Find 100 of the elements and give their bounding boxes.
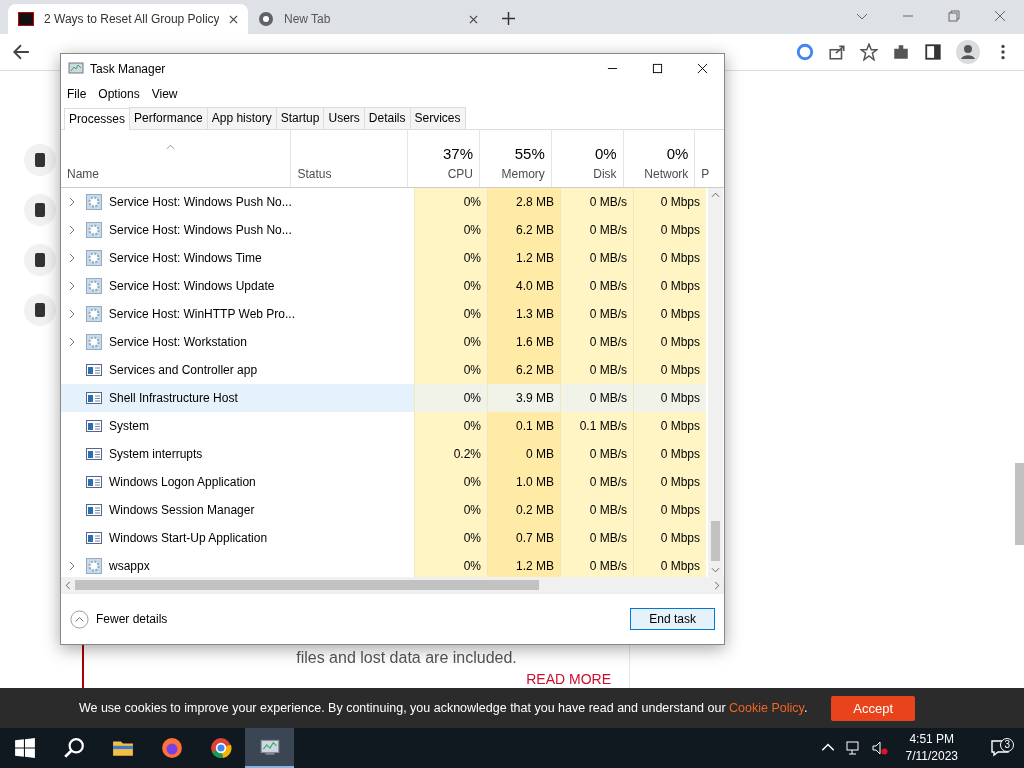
- table-cell: 0%: [414, 552, 487, 577]
- table-cell: 0%: [414, 216, 487, 244]
- column-header[interactable]: Name: [61, 130, 291, 187]
- table-cell: 0 Mbps: [633, 356, 706, 384]
- table-cell: 0 Mbps: [633, 300, 706, 328]
- process-row[interactable]: Service Host: Windows Update 0% 4.0 MB 0 MB/s 0 Mbps: [61, 272, 708, 300]
- process-row[interactable]: Services and Controller app 0% 6.2 MB 0 MB/s 0 Mbps: [61, 356, 708, 384]
- table-cell: 0 MB/s: [560, 328, 633, 356]
- horizontal-scrollbar[interactable]: [61, 577, 724, 593]
- task-manager-icon: [68, 60, 84, 77]
- table-cell: 0%: [414, 412, 487, 440]
- read-more-link[interactable]: READ MORE: [526, 671, 611, 687]
- table-cell: 6.2 MB: [487, 216, 560, 244]
- network-icon[interactable]: [845, 740, 862, 756]
- process-row[interactable]: wsappx 0% 1.2 MB 0 MB/s 0 Mbps: [61, 552, 708, 577]
- expand-icon[interactable]: [68, 309, 75, 319]
- scroll-up-icon[interactable]: [711, 192, 720, 198]
- table-cell: 0 MB/s: [560, 272, 633, 300]
- cookie-policy-link[interactable]: Cookie Policy: [729, 701, 804, 715]
- column-header[interactable]: 0% Network: [622, 130, 695, 187]
- vertical-scrollbar[interactable]: [708, 188, 723, 577]
- column-header[interactable]: 37% CPU: [407, 130, 480, 187]
- tab[interactable]: Startup: [275, 107, 325, 129]
- menu-item[interactable]: View: [151, 87, 178, 101]
- table-cell: 0 MB/s: [560, 244, 633, 272]
- process-row[interactable]: Service Host: Windows Push No... 0% 2.8 MB 0 MB/s 0 Mbps: [61, 188, 708, 216]
- side-panel-icon[interactable]: [924, 43, 942, 61]
- table-cell: 0 Mbps: [633, 188, 706, 216]
- expand-icon[interactable]: [69, 561, 75, 571]
- table-cell: 3.9 MB: [487, 384, 560, 412]
- table-cell: 0.2 MB: [487, 496, 560, 524]
- table-cell: 0%: [414, 356, 487, 384]
- date-text: 7/11/2023: [905, 748, 958, 765]
- tab[interactable]: Details: [363, 107, 411, 129]
- table-cell: 0%: [414, 524, 487, 552]
- table-cell: 0 Mbps: [633, 468, 706, 496]
- tab[interactable]: Processes: [64, 108, 131, 130]
- process-row[interactable]: Service Host: Windows Time 0% 1.2 MB 0 MB/s 0 Mbps: [61, 244, 708, 272]
- tab[interactable]: Services: [409, 107, 466, 129]
- close-icon[interactable]: [469, 14, 478, 24]
- new-tab-icon[interactable]: [502, 12, 515, 25]
- scroll-down-icon[interactable]: [711, 567, 720, 573]
- process-row[interactable]: Windows Start-Up Application 0% 0.7 MB 0 MB/s 0 Mbps: [61, 524, 708, 552]
- column-header[interactable]: 0% Disk: [550, 130, 623, 187]
- tab[interactable]: Performance: [129, 107, 208, 129]
- table-cell: 0 Mbps: [633, 412, 706, 440]
- accept-button[interactable]: Accept: [831, 695, 916, 721]
- clock[interactable]: 4:51 PM 7/11/2023: [897, 731, 966, 765]
- column-header[interactable]: 55% Memory: [479, 130, 551, 187]
- menu-item[interactable]: File: [67, 87, 87, 101]
- process-row[interactable]: Windows Session Manager 0% 0.2 MB 0 MB/s 0 Mbps: [61, 496, 708, 524]
- fewer-details-link[interactable]: Fewer details: [70, 609, 168, 629]
- expand-icon[interactable]: [69, 253, 75, 263]
- scroll-thumb[interactable]: [75, 580, 539, 590]
- volume-muted-icon[interactable]: [871, 740, 888, 756]
- close-icon[interactable]: [229, 14, 238, 24]
- table-cell: 0 MB/s: [560, 468, 633, 496]
- expand-icon[interactable]: [69, 197, 75, 207]
- end-task-button[interactable]: End task: [630, 608, 715, 630]
- process-name: Windows Logon Application: [109, 475, 256, 489]
- table-cell: 1.2 MB: [487, 552, 560, 577]
- maximize-icon[interactable]: [652, 63, 663, 74]
- back-icon[interactable]: [12, 43, 30, 61]
- table-cell: 2.8 MB: [487, 188, 560, 216]
- star-icon[interactable]: [860, 43, 878, 61]
- window-icon: [86, 390, 102, 406]
- process-row[interactable]: System interrupts 0.2% 0 MB 0 MB/s 0 Mbps: [61, 440, 708, 468]
- table-cell: 1.3 MB: [487, 300, 560, 328]
- column-header[interactable]: P: [694, 130, 724, 187]
- close-icon[interactable]: [697, 63, 708, 74]
- tab[interactable]: Users: [323, 107, 365, 129]
- expand-icon[interactable]: [69, 281, 75, 291]
- menu-item[interactable]: Options: [98, 87, 140, 101]
- browser-tab[interactable]: New Tab: [248, 4, 488, 34]
- expand-icon[interactable]: [69, 225, 75, 235]
- tab[interactable]: App history: [206, 107, 277, 129]
- profile-icon[interactable]: [956, 40, 980, 64]
- scrollbar[interactable]: [1015, 463, 1024, 545]
- share-icon[interactable]: [828, 43, 846, 61]
- process-row[interactable]: Service Host: Workstation 0% 1.6 MB 0 MB/s 0 Mbps: [61, 328, 708, 356]
- process-row[interactable]: Windows Logon Application 0% 1.0 MB 0 MB/s 0 Mbps: [61, 468, 708, 496]
- scroll-left-icon[interactable]: [65, 580, 71, 590]
- gear-icon: [86, 558, 102, 574]
- table-cell: 0%: [414, 188, 487, 216]
- window-icon: [86, 418, 102, 434]
- restore-icon[interactable]: [948, 10, 960, 22]
- process-name: System interrupts: [109, 447, 203, 461]
- process-row[interactable]: Service Host: WinHTTP Web Pro... 0% 1.3 MB 0 MB/s 0 Mbps: [61, 300, 708, 328]
- scroll-thumb[interactable]: [711, 521, 720, 561]
- process-row[interactable]: System 0% 0.1 MB 0.1 MB/s 0 Mbps: [61, 412, 708, 440]
- scroll-right-icon[interactable]: [714, 580, 720, 590]
- sort-icon: [166, 144, 175, 150]
- process-row[interactable]: Service Host: Windows Push No... 0% 6.2 MB 0 MB/s 0 Mbps: [61, 216, 708, 244]
- taskmgr-icon[interactable]: [245, 728, 294, 768]
- window-icon: [86, 446, 102, 462]
- column-header[interactable]: Status: [290, 130, 408, 187]
- gear-icon: [86, 334, 102, 350]
- expand-icon[interactable]: [69, 337, 75, 347]
- browser-tab[interactable]: 2 Ways to Reset All Group Policy: [8, 4, 248, 34]
- process-row[interactable]: Shell Infrastructure Host 0% 3.9 MB 0 MB/s 0 Mbps: [61, 384, 708, 412]
